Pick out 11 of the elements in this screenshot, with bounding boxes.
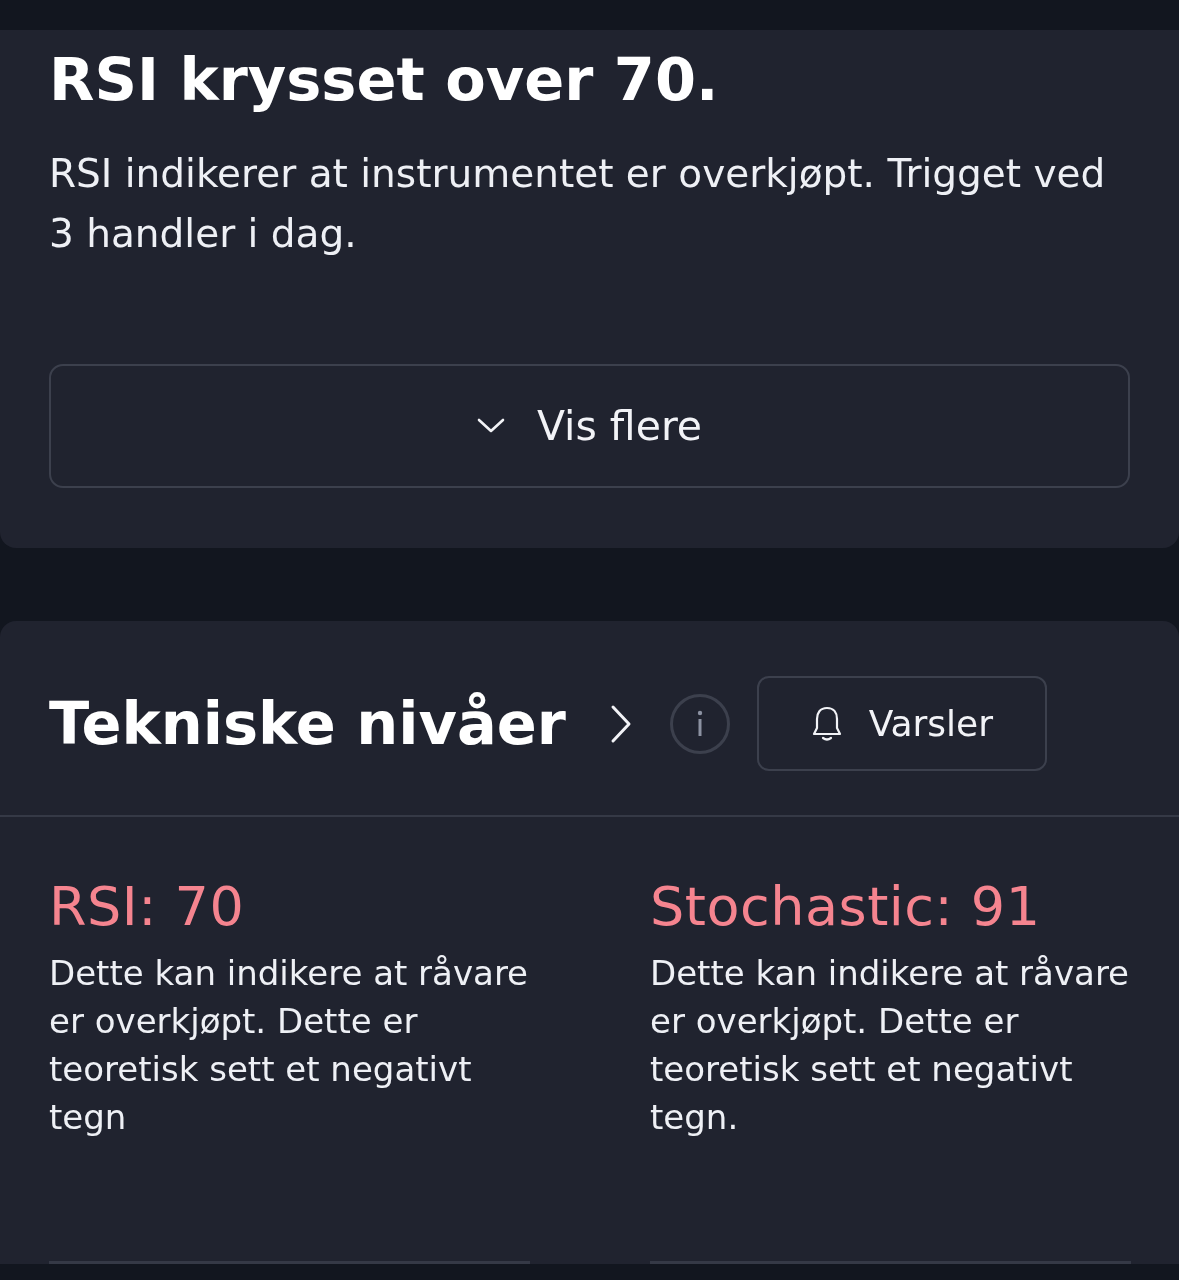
bell-icon: [810, 704, 843, 743]
alert-description: RSI indikerer at instrumentet er overkjøpt. Trigget ved 3 handler i dag.: [49, 150, 1107, 258]
indicator-description: Dette kan indikere at råvare er overkjøpt. Dette er teoretisk sett et negativt tegn: [49, 952, 530, 1139]
indicator-value: RSI: 70: [49, 875, 246, 939]
show-more-button[interactable]: Vis flere: [49, 364, 1130, 488]
section-title: Tekniske nivåer: [49, 687, 566, 760]
indicator-description: Dette kan indikere at råvare er overkjøpt. Dette er teoretisk sett et negativt tegn.: [650, 952, 1131, 1139]
chevron-right-icon[interactable]: [609, 703, 632, 744]
indicator-value: Stochastic: 91: [650, 875, 1042, 939]
alerts-button[interactable]: Varsler: [756, 676, 1047, 771]
alert-title: RSI krysset over 70.: [49, 44, 720, 116]
